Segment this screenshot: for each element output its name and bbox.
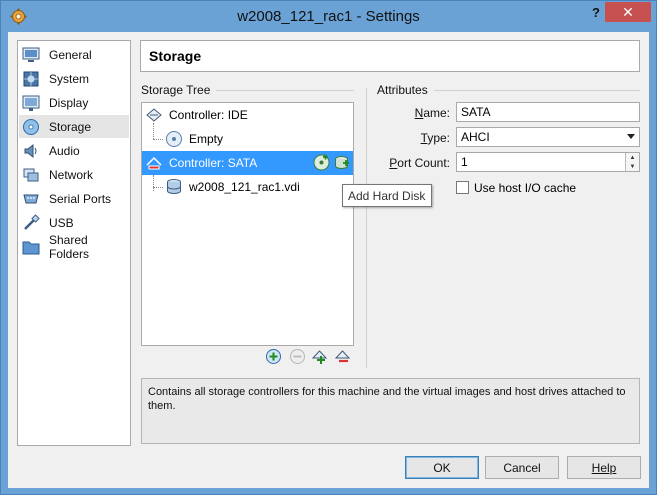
sidebar-item-label: USB bbox=[49, 215, 74, 230]
optical-disc-icon bbox=[166, 131, 182, 147]
sata-controller-icon bbox=[146, 156, 162, 170]
general-icon bbox=[22, 47, 40, 62]
tree-row-controller-ide[interactable]: Controller: IDE bbox=[142, 103, 353, 127]
ide-controller-icon bbox=[146, 108, 162, 122]
add-attachment-icon[interactable] bbox=[311, 348, 328, 365]
sidebar-item-shared-folders[interactable]: Shared Folders bbox=[19, 232, 129, 261]
name-label-rest: ame: bbox=[423, 106, 450, 120]
dialog-body: General System Display Storage Audio Net… bbox=[8, 32, 649, 488]
ok-button[interactable]: OK bbox=[405, 456, 479, 479]
type-label: Type: bbox=[360, 131, 450, 145]
sidebar-item-label: System bbox=[49, 71, 90, 86]
name-label: Name: bbox=[360, 106, 450, 120]
display-icon bbox=[22, 95, 40, 111]
spin-buttons[interactable]: ▲ ▼ bbox=[625, 153, 639, 171]
sidebar-item-label: Serial Ports bbox=[49, 191, 112, 206]
add-optical-drive-icon[interactable] bbox=[313, 154, 330, 171]
spin-up-icon[interactable]: ▲ bbox=[626, 153, 639, 162]
network-icon bbox=[23, 168, 39, 181]
audio-icon bbox=[24, 143, 37, 158]
tree-row-label: Controller: IDE bbox=[169, 108, 248, 122]
storage-tree[interactable]: Controller: IDE Empty Controller: SATA w… bbox=[141, 102, 354, 346]
sidebar-item-storage[interactable]: Storage bbox=[19, 115, 129, 138]
sidebar-item-serial-ports[interactable]: Serial Ports bbox=[19, 187, 129, 210]
title-bar[interactable]: w2008_121_rac1 - Settings ? ✕ bbox=[1, 1, 656, 32]
type-select[interactable]: AHCI bbox=[456, 127, 640, 147]
port-count-stepper[interactable]: 1 ▲ ▼ bbox=[456, 152, 640, 172]
sidebar-item-display[interactable]: Display bbox=[19, 91, 129, 114]
close-button[interactable]: ✕ bbox=[605, 2, 651, 22]
sidebar-item-general[interactable]: General bbox=[19, 43, 129, 66]
sidebar-item-label: Shared Folders bbox=[49, 232, 90, 261]
serial-ports-icon bbox=[23, 194, 39, 203]
add-controller-icon[interactable] bbox=[265, 348, 282, 365]
remove-attachment-icon[interactable] bbox=[334, 348, 351, 365]
help-button[interactable]: Help bbox=[567, 456, 641, 479]
panel-separator bbox=[366, 88, 367, 368]
tree-row-hard-disk[interactable]: w2008_121_rac1.vdi bbox=[142, 175, 353, 199]
add-hard-disk-icon[interactable] bbox=[333, 154, 350, 171]
tree-row-empty-optical[interactable]: Empty bbox=[142, 127, 353, 151]
description-panel: Contains all storage controllers for thi… bbox=[141, 378, 640, 444]
tree-row-label: w2008_121_rac1.vdi bbox=[189, 180, 300, 194]
sidebar-item-label: General bbox=[49, 47, 92, 62]
system-icon bbox=[23, 71, 39, 86]
shared-folders-icon bbox=[22, 241, 40, 254]
host-io-cache-label[interactable]: Use host I/O cache bbox=[474, 181, 576, 195]
attributes-label: Attributes bbox=[377, 83, 428, 97]
add-hard-disk-tooltip: Add Hard Disk bbox=[342, 184, 432, 207]
sidebar-item-system[interactable]: System bbox=[19, 67, 129, 90]
port-count-label: Port Count: bbox=[360, 156, 450, 170]
remove-controller-icon[interactable] bbox=[289, 348, 306, 365]
attributes-divider bbox=[434, 90, 640, 91]
tree-row-label: Controller: SATA bbox=[169, 156, 258, 170]
name-field[interactable]: SATA bbox=[456, 102, 640, 122]
sidebar-item-label: Storage bbox=[49, 119, 92, 134]
hard-disk-icon bbox=[167, 179, 181, 194]
sidebar-item-label: Display bbox=[49, 95, 89, 110]
sidebar-item-label: Audio bbox=[49, 143, 80, 158]
storage-tree-divider bbox=[216, 90, 354, 91]
port-count-label-rest: ort Count: bbox=[397, 156, 450, 170]
sidebar-item-network[interactable]: Network bbox=[19, 163, 129, 186]
tree-row-label: Empty bbox=[189, 132, 224, 146]
settings-sidebar: General System Display Storage Audio Net… bbox=[17, 40, 131, 446]
chevron-down-icon bbox=[627, 134, 635, 139]
sidebar-item-audio[interactable]: Audio bbox=[19, 139, 129, 162]
storage-tree-label: Storage Tree bbox=[141, 83, 211, 97]
window-title: w2008_121_rac1 - Settings bbox=[237, 8, 420, 25]
settings-window: w2008_121_rac1 - Settings ? ✕ General Sy… bbox=[0, 0, 657, 495]
usb-icon bbox=[24, 213, 40, 230]
spin-down-icon[interactable]: ▼ bbox=[626, 162, 639, 171]
host-io-cache-checkbox[interactable] bbox=[456, 181, 469, 194]
type-label-rest: ype: bbox=[427, 131, 450, 145]
title-help-button[interactable]: ? bbox=[585, 2, 607, 22]
sidebar-item-label: Network bbox=[49, 167, 94, 182]
page-title: Storage bbox=[140, 40, 640, 72]
sidebar-item-usb[interactable]: USB bbox=[19, 211, 129, 234]
port-count-value: 1 bbox=[461, 155, 468, 169]
tree-row-controller-sata[interactable]: Controller: SATA bbox=[142, 151, 353, 175]
type-select-value: AHCI bbox=[461, 130, 490, 144]
cancel-button[interactable]: Cancel bbox=[485, 456, 559, 479]
storage-icon bbox=[23, 118, 39, 135]
name-mnemonic: N bbox=[414, 106, 424, 120]
